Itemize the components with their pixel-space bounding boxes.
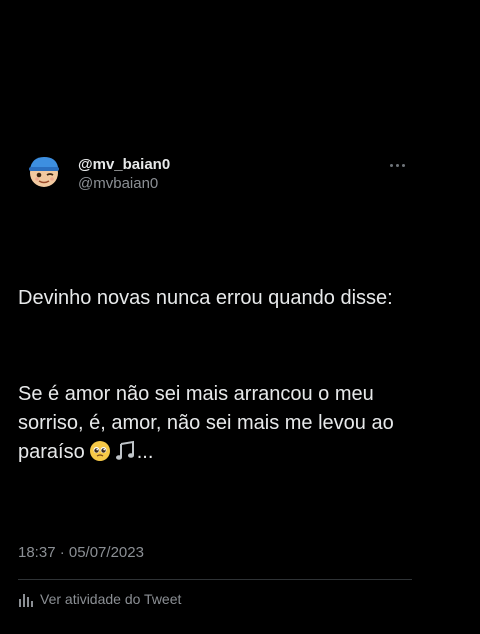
tweet-card: @mv_baian0 @mvbaian0 Devinho novas nunca… [18, 150, 412, 607]
tweet-header: @mv_baian0 @mvbaian0 [18, 150, 412, 198]
user-names: @mv_baian0 @mvbaian0 [78, 156, 170, 194]
tweet-text: Devinho novas nunca errou quando disse: … [18, 226, 412, 529]
memoji-avatar-icon [29, 157, 59, 187]
more-dot [390, 164, 393, 167]
tweet-timestamp[interactable]: 18:37 · 05/07/2023 [18, 543, 412, 563]
view-activity-link[interactable]: Ver atividade do Tweet [18, 591, 412, 607]
tweet-paragraph-2-text: Se é amor não sei mais arrancou o meu so… [18, 383, 400, 463]
analytics-bars-icon [19, 594, 33, 607]
divider [18, 579, 412, 580]
view-activity-label: Ver atividade do Tweet [40, 591, 182, 607]
musical-notes-emoji-icon [115, 440, 137, 471]
user-handle[interactable]: @mvbaian0 [78, 174, 170, 194]
more-options-button[interactable] [390, 154, 412, 168]
tweet-paragraph-1: Devinho novas nunca errou quando disse: [18, 287, 393, 309]
more-dot [402, 164, 405, 167]
more-dot [396, 164, 399, 167]
pleading-face-emoji-icon [89, 440, 111, 471]
tweet-paragraph-2-tail: ... [136, 441, 154, 463]
display-name[interactable]: @mv_baian0 [78, 156, 170, 174]
avatar[interactable] [26, 153, 62, 189]
tweet-paragraph-2: Se é amor não sei mais arrancou o meu so… [18, 380, 412, 471]
